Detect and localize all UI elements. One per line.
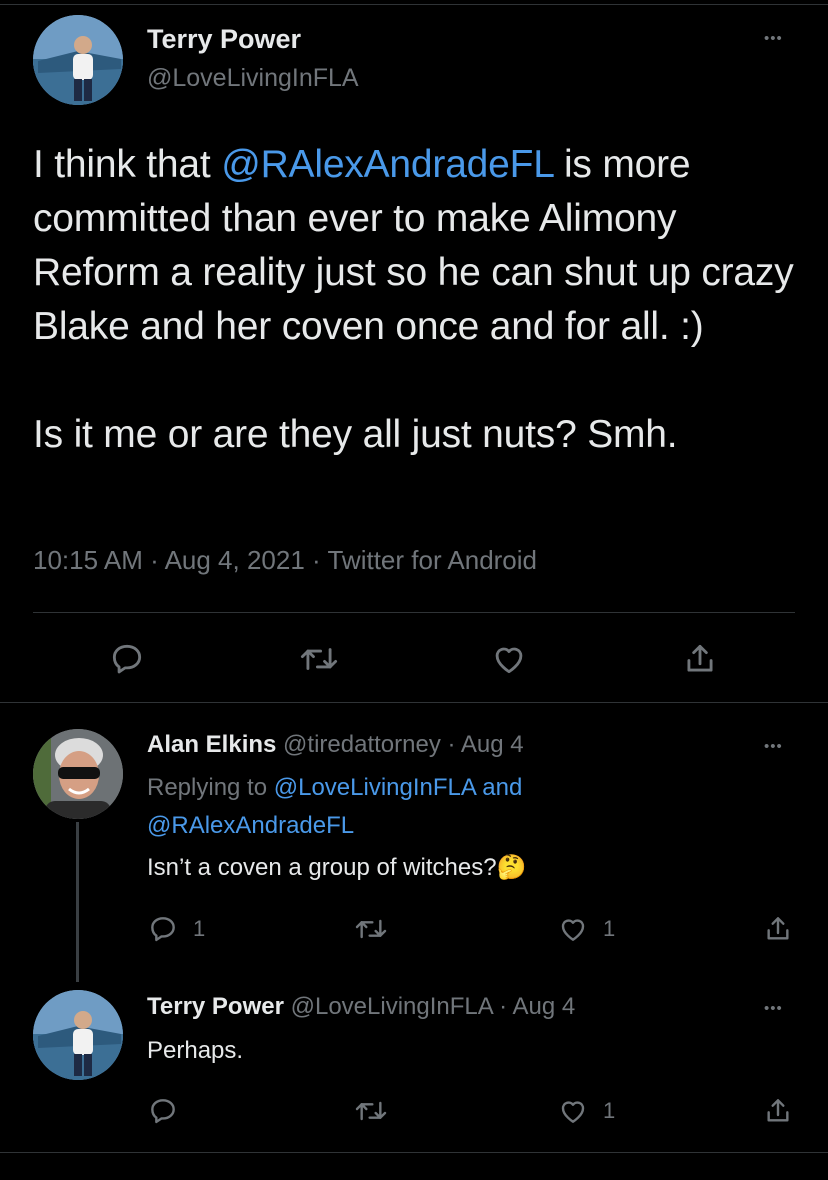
thinking-face-icon: 🤔 (496, 854, 527, 881)
reply-text: Isn’t a coven a group of witches?🤔 (147, 849, 526, 887)
mention-link[interactable]: @RAlexAndradeFL (147, 812, 354, 839)
heart-icon (561, 919, 585, 941)
reply-button[interactable] (108, 640, 146, 678)
avatar[interactable] (33, 729, 123, 819)
replying-to-prefix: Replying to (147, 774, 274, 801)
meta-separator: · (150, 545, 159, 575)
replying-to: Replying to @LoveLivingInFLA and @RAlexA… (147, 769, 767, 845)
meta-separator: · (312, 545, 321, 575)
mention-link[interactable]: @RAlexAndradeFL (221, 143, 553, 186)
reply-text: Perhaps. (147, 1037, 244, 1064)
reply-icon (151, 1099, 175, 1124)
like-count: 1 (603, 1098, 616, 1123)
avatar-photo-icon (33, 15, 123, 105)
author-handle[interactable]: @LoveLivingInFLA (291, 993, 493, 1020)
reply-text-content: Isn’t a coven a group of witches? (147, 854, 497, 881)
avatar-photo-icon (33, 990, 123, 1080)
reply-header: Alan Elkins @tiredattorney · Aug 4 (147, 731, 524, 759)
divider (0, 702, 828, 703)
tweet-text-line2: Is it me or are they all just nuts? Smh. (33, 413, 678, 456)
like-button[interactable]: 1 (557, 1095, 615, 1127)
divider (0, 1152, 828, 1153)
retweet-button[interactable] (353, 1095, 389, 1127)
reply-count: 1 (193, 916, 206, 941)
top-divider (0, 4, 828, 5)
thread-line (76, 822, 79, 982)
reply-header: Terry Power @LoveLivingInFLA · Aug 4 (147, 993, 575, 1021)
heart-icon (561, 1101, 585, 1123)
retweet-button[interactable] (353, 913, 389, 945)
author-name[interactable]: Alan Elkins (147, 731, 276, 758)
author-handle[interactable]: @tiredattorney (283, 731, 441, 758)
more-options-icon[interactable]: ••• (764, 739, 783, 754)
reply-button[interactable] (147, 1095, 193, 1127)
mention-link[interactable]: @LoveLivingInFLA (274, 774, 476, 801)
tweet-meta: 10:15 AM · Aug 4, 2021 · Twitter for And… (33, 545, 537, 576)
author-handle[interactable]: @LoveLivingInFLA (147, 64, 359, 93)
reply-date[interactable]: Aug 4 (512, 993, 575, 1020)
retweet-icon (300, 648, 338, 670)
more-options-icon[interactable]: ••• (764, 31, 783, 46)
divider (33, 612, 795, 613)
meta-separator: · (447, 731, 456, 758)
reply-date[interactable]: Aug 4 (461, 731, 524, 758)
retweet-icon (355, 1101, 387, 1121)
tweet-text-start: I think that (33, 143, 222, 186)
meta-separator: · (499, 993, 508, 1020)
author-name[interactable]: Terry Power (147, 24, 301, 55)
retweet-icon (355, 919, 387, 939)
share-button[interactable] (681, 640, 719, 678)
replying-to-and: and (475, 774, 523, 801)
tweet-time[interactable]: 10:15 AM (33, 545, 143, 575)
heart-icon (495, 647, 523, 674)
retweet-button[interactable] (298, 640, 340, 678)
avatar-photo-icon (33, 729, 123, 819)
like-button[interactable] (490, 640, 528, 678)
share-button[interactable] (762, 1095, 794, 1127)
like-count: 1 (603, 916, 616, 941)
reply-button[interactable]: 1 (147, 913, 205, 945)
like-button[interactable]: 1 (557, 913, 615, 945)
avatar[interactable] (33, 15, 123, 105)
share-icon (687, 644, 713, 672)
tweet-source[interactable]: Twitter for Android (327, 545, 537, 575)
share-icon (767, 917, 789, 940)
avatar[interactable] (33, 990, 123, 1080)
author-name[interactable]: Terry Power (147, 993, 284, 1020)
reply-icon (151, 917, 175, 942)
share-icon (767, 1099, 789, 1122)
tweet-date[interactable]: Aug 4, 2021 (165, 545, 305, 575)
tweet-text: I think that @RAlexAndradeFL is more com… (33, 138, 803, 462)
reply-icon (112, 644, 142, 674)
more-options-icon[interactable]: ••• (764, 1001, 783, 1016)
share-button[interactable] (762, 913, 794, 945)
